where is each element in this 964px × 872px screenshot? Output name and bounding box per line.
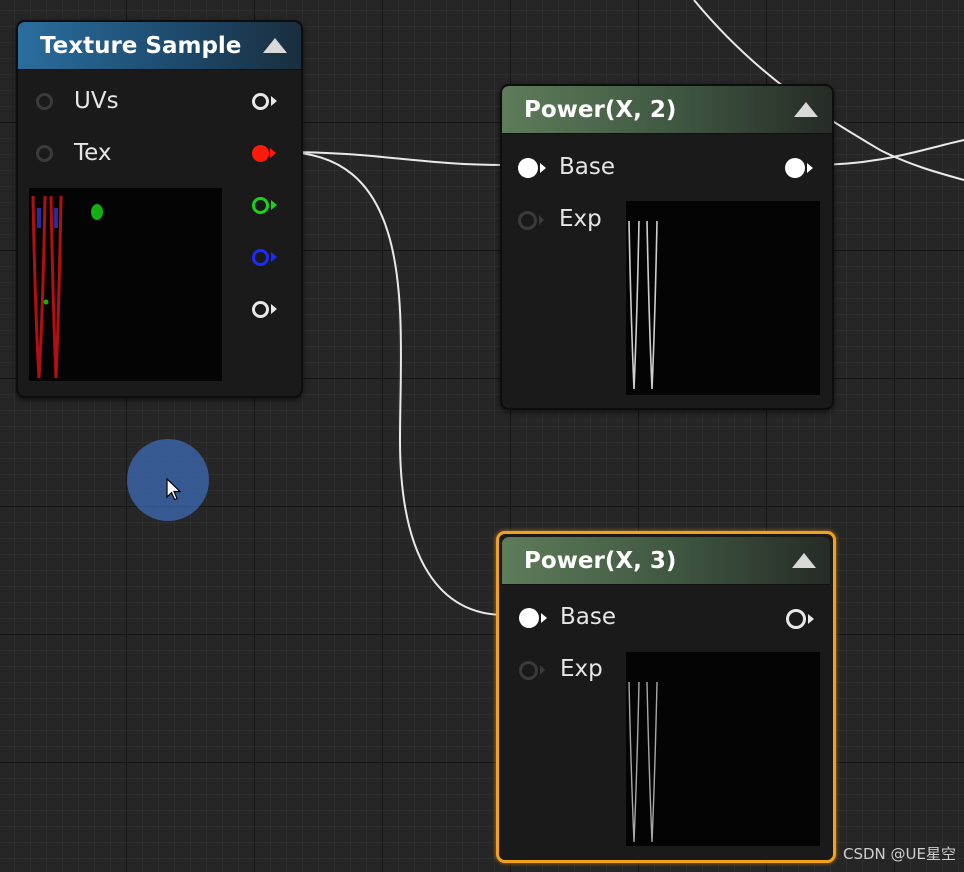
base-input-pin[interactable] (519, 608, 539, 628)
arrow-right-icon (540, 163, 546, 173)
triangle-up-icon[interactable] (263, 38, 287, 53)
pin-label-exp: Exp (560, 656, 603, 682)
result-output-pin[interactable] (786, 609, 806, 629)
mouse-pointer-icon (166, 478, 182, 501)
node-title: Power(X, 3) (524, 548, 677, 574)
pin-label-base: Base (559, 154, 616, 180)
node-title: Texture Sample (40, 33, 242, 59)
wire-r-to-power3-base[interactable] (281, 151, 506, 616)
exp-input-pin[interactable] (519, 661, 538, 680)
arrow-right-icon (271, 252, 277, 262)
rgb-output-pin[interactable] (252, 93, 269, 110)
triangle-up-icon[interactable] (792, 553, 816, 568)
power-x2-preview-image (628, 220, 658, 390)
arrow-right-icon (808, 614, 814, 624)
pin-label-base: Base (560, 604, 617, 630)
arrow-right-icon (271, 304, 277, 314)
texture-sample-header[interactable]: Texture Sample (18, 22, 301, 70)
arrow-right-icon (807, 163, 813, 173)
power-x2-header[interactable]: Power(X, 2) (502, 86, 832, 134)
power-x3-node[interactable]: Power(X, 3) Base Exp (496, 531, 836, 863)
arrow-right-icon (271, 96, 277, 106)
base-input-pin[interactable] (518, 158, 538, 178)
pin-label-tex: Tex (74, 140, 112, 166)
arrow-right-icon (541, 613, 547, 623)
triangle-up-icon[interactable] (794, 102, 818, 117)
exp-input-pin[interactable] (518, 211, 537, 230)
power-x3-preview (626, 652, 820, 846)
arrow-right-icon (539, 215, 544, 225)
texture-preview-image (31, 195, 103, 379)
wire-r-to-power2-base[interactable] (281, 151, 506, 166)
red-output-pin[interactable] (252, 145, 269, 162)
green-output-pin[interactable] (252, 197, 269, 214)
power-x3-preview-image (628, 681, 658, 843)
texture-preview (29, 188, 222, 381)
power-x2-node[interactable]: Power(X, 2) Base Exp (500, 84, 834, 410)
arrow-right-icon (540, 665, 545, 675)
power-x2-preview (626, 201, 820, 395)
wire-power2-out[interactable] (811, 139, 964, 166)
arrow-right-icon (271, 200, 277, 210)
pin-label-uvs: UVs (74, 88, 119, 114)
blue-output-pin[interactable] (252, 249, 269, 266)
node-title: Power(X, 2) (524, 97, 677, 123)
result-output-pin[interactable] (785, 158, 805, 178)
power-x3-header[interactable]: Power(X, 3) (502, 537, 830, 585)
uvs-input-pin[interactable] (36, 93, 53, 110)
alpha-output-pin[interactable] (252, 301, 269, 318)
pin-label-exp: Exp (559, 206, 602, 232)
tex-input-pin[interactable] (36, 145, 53, 162)
watermark: CSDN @UE星空 (843, 845, 956, 863)
texture-sample-node[interactable]: Texture Sample UVs Tex (16, 20, 303, 398)
arrow-right-icon (270, 148, 276, 158)
